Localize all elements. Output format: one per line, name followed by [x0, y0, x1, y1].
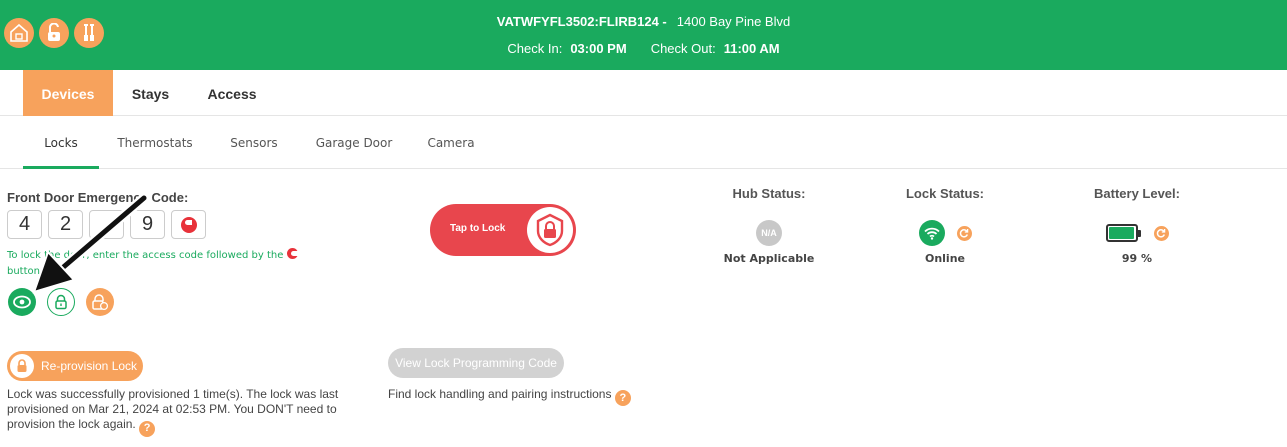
emergency-code-digits: 4 2 9: [7, 210, 206, 239]
provision-status-text: Lock was successfully provisioned 1 time…: [7, 387, 357, 437]
wifi-icon: [918, 220, 945, 246]
reprovision-label: Re-provision Lock: [41, 359, 138, 373]
reprovision-lock-button[interactable]: Re-provision Lock: [7, 351, 143, 381]
code-digit-4: 9: [130, 210, 165, 239]
help-icon[interactable]: ?: [139, 420, 156, 437]
property-line: VATWFYFL3502:FLIRB124 - 1400 Bay Pine Blv…: [0, 14, 1287, 29]
lock-button-key[interactable]: [171, 210, 206, 239]
check-in-label: Check In:: [507, 41, 563, 56]
hub-na-badge: N/A: [756, 220, 782, 246]
lock-settings-icon[interactable]: [86, 288, 114, 316]
lock-status-title: Lock Status:: [905, 186, 984, 201]
hub-status-value: Not Applicable: [723, 252, 815, 265]
hub-status: Hub Status: N/A Not Applicable: [694, 186, 844, 265]
tab-locks[interactable]: Locks: [23, 117, 99, 169]
top-header: VATWFYFL3502:FLIRB124 - 1400 Bay Pine Blv…: [0, 0, 1287, 70]
battery-status: Battery Level: 99 %: [1062, 186, 1212, 265]
tab-devices[interactable]: Devices: [23, 70, 113, 116]
property-address: 1400 Bay Pine Blvd: [676, 14, 791, 29]
hub-status-title: Hub Status:: [732, 186, 806, 201]
property-code: VATWFYFL3502:FLIRB124 -: [496, 14, 667, 29]
check-in-time: 03:00 PM: [570, 41, 627, 56]
shield-lock-icon: [527, 207, 573, 253]
code-digit-3: [89, 210, 124, 239]
refresh-icon[interactable]: [956, 225, 972, 241]
emergency-code-title: Front Door Emergency Code:: [7, 190, 189, 205]
check-out-time: 11:00 AM: [723, 41, 780, 56]
code-digit-1: 4: [7, 210, 42, 239]
lock-icon: [10, 354, 34, 378]
tab-garage-door[interactable]: Garage Door: [312, 117, 396, 169]
battery-value: 99 %: [1121, 252, 1153, 265]
view-eye-icon[interactable]: [8, 288, 36, 316]
hint-text-1: To lock the door, enter the access code …: [7, 250, 284, 261]
code-digit-2: 2: [48, 210, 83, 239]
view-lock-programming-code-button[interactable]: View Lock Programming Code: [388, 348, 564, 378]
lock-button-icon: [286, 248, 298, 259]
tab-camera[interactable]: Camera: [421, 117, 481, 169]
main-tabs: Devices Stays Access: [0, 70, 1287, 116]
help-icon[interactable]: ?: [614, 390, 631, 406]
hint-text-2: button: [7, 266, 40, 277]
checkin-line: Check In: 03:00 PM Check Out: 11:00 AM: [0, 41, 1287, 56]
provision-status-message: Lock was successfully provisioned 1 time…: [7, 387, 339, 431]
tab-sensors[interactable]: Sensors: [222, 117, 286, 169]
find-instructions-text: Find lock handling and pairing instructi…: [388, 387, 631, 406]
battery-title: Battery Level:: [1094, 186, 1180, 201]
lock-hint: To lock the door, enter the access code …: [7, 248, 307, 280]
tap-to-lock-label: Tap to Lock: [450, 223, 506, 234]
tab-access[interactable]: Access: [198, 70, 266, 116]
lock-button-icon: [180, 216, 197, 233]
lock-status-value: Online: [924, 252, 965, 265]
refresh-icon[interactable]: [1153, 225, 1169, 241]
find-instructions-label: Find lock handling and pairing instructi…: [388, 387, 612, 401]
lock-status: Lock Status: Online: [870, 186, 1020, 265]
check-out-label: Check Out:: [650, 41, 716, 56]
battery-icon: [1105, 224, 1142, 242]
tab-stays[interactable]: Stays: [118, 70, 183, 116]
device-sub-tabs: Locks Thermostats Sensors Garage Door Ca…: [0, 117, 1287, 169]
lock-icon[interactable]: [47, 288, 75, 316]
tap-to-lock-button[interactable]: Tap to Lock: [430, 204, 576, 256]
lock-action-icons: [8, 288, 114, 316]
tab-thermostats[interactable]: Thermostats: [114, 117, 196, 169]
